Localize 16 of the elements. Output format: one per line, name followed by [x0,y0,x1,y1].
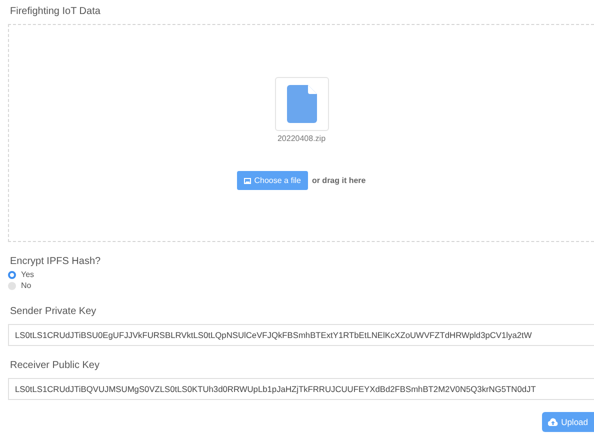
file-dropzone[interactable]: 20220408.zip Choose a file or drag it here [8,24,594,242]
file-name: 20220408.zip [277,134,326,143]
drag-hint: or drag it here [312,176,366,185]
radio-label: No [21,281,32,290]
input-field[interactable]: LS0tLS1CRUdJTiBSU0EgUFJJVkFURSBLRVktLS0tLQpNSUlCeVFJQkFBSmhBTExtY1RTbEtLNElKcXZoUWVFZTdHRWpld3pCV1lya2tW [8,324,594,346]
radio-button[interactable] [8,270,16,278]
cloud-upload-icon [548,418,558,426]
radio-button[interactable] [8,282,16,290]
section-label: Firefighting IoT Data [10,6,102,17]
encrypt-label: Encrypt IPFS Hash? [10,256,102,267]
image-icon [244,178,252,184]
file-icon [286,85,316,123]
field-label: Receiver Public Key [10,360,100,371]
input-field[interactable]: LS0tLS1CRUdJTiBQVUJMSUMgS0VZLS0tLS0KTUh3d0RRWUpLb1pJaHZjTkFRRUJCUUFEYXdBd2FBSmhBT2M2V0N5Q3krNG5TN0dJT [8,378,594,400]
radio-label: Yes [21,270,34,279]
field-label: Sender Private Key [10,306,98,317]
